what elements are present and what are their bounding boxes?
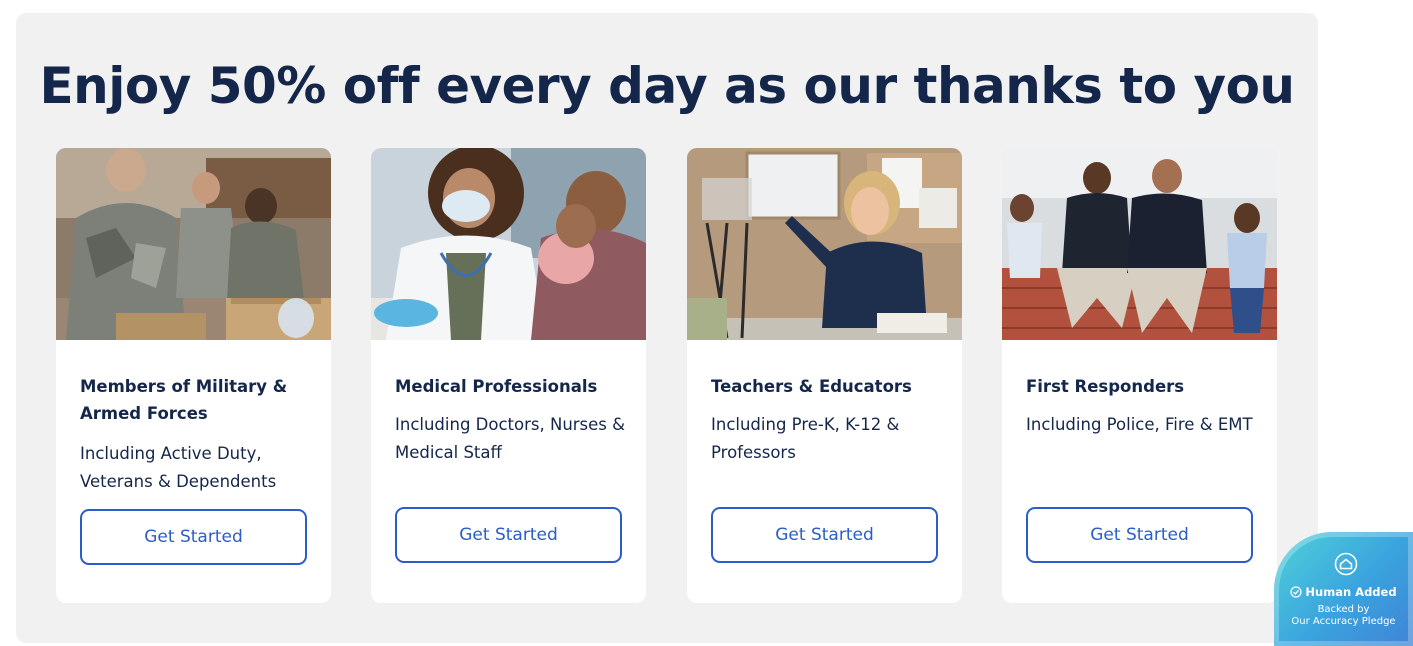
badge-status: Human Added (1274, 585, 1413, 599)
card-first-responders: First Responders Including Police, Fire … (1002, 148, 1277, 603)
check-circle-icon (1290, 586, 1303, 598)
card-military: Members of Military & Armed Forces Inclu… (56, 148, 331, 603)
badge-status-text: Human Added (1305, 585, 1397, 599)
badge-backed-by: Backed by (1317, 604, 1370, 615)
card-title: First Responders (1026, 377, 1185, 396)
get-started-button-military[interactable]: Get Started (80, 509, 307, 565)
get-started-button-medical[interactable]: Get Started (395, 507, 622, 563)
get-started-button-first-responders[interactable]: Get Started (1026, 507, 1253, 563)
discount-panel: Enjoy 50% off every day as our thanks to… (16, 13, 1318, 643)
badge-pledge: Our Accuracy Pledge (1291, 616, 1396, 627)
teacher-photo (687, 148, 962, 340)
card-title: Members of Military & Armed Forces (80, 377, 288, 423)
card-teachers: Teachers & Educators Including Pre-K, K-… (687, 148, 962, 603)
card-title: Medical Professionals (395, 377, 598, 396)
badge-subtitle: Backed by Our Accuracy Pledge (1274, 604, 1413, 628)
human-added-badge[interactable]: Human Added Backed by Our Accuracy Pledg… (1274, 532, 1413, 646)
first-responders-photo (1002, 148, 1277, 340)
card-title: Teachers & Educators (711, 377, 912, 396)
card-description: Including Police, Fire & EMT (1026, 415, 1253, 434)
card-description: Including Pre-K, K-12 & Professors (711, 415, 900, 462)
get-started-button-teachers[interactable]: Get Started (711, 507, 938, 563)
medical-photo (371, 148, 646, 340)
military-photo (56, 148, 331, 340)
card-description: Including Active Duty, Veterans & Depend… (80, 444, 277, 491)
card-medical: Medical Professionals Including Doctors,… (371, 148, 646, 603)
card-description: Including Doctors, Nurses & Medical Staf… (395, 415, 626, 462)
shield-house-icon (1334, 552, 1358, 576)
promo-heading: Enjoy 50% off every day as our thanks to… (39, 57, 1295, 115)
